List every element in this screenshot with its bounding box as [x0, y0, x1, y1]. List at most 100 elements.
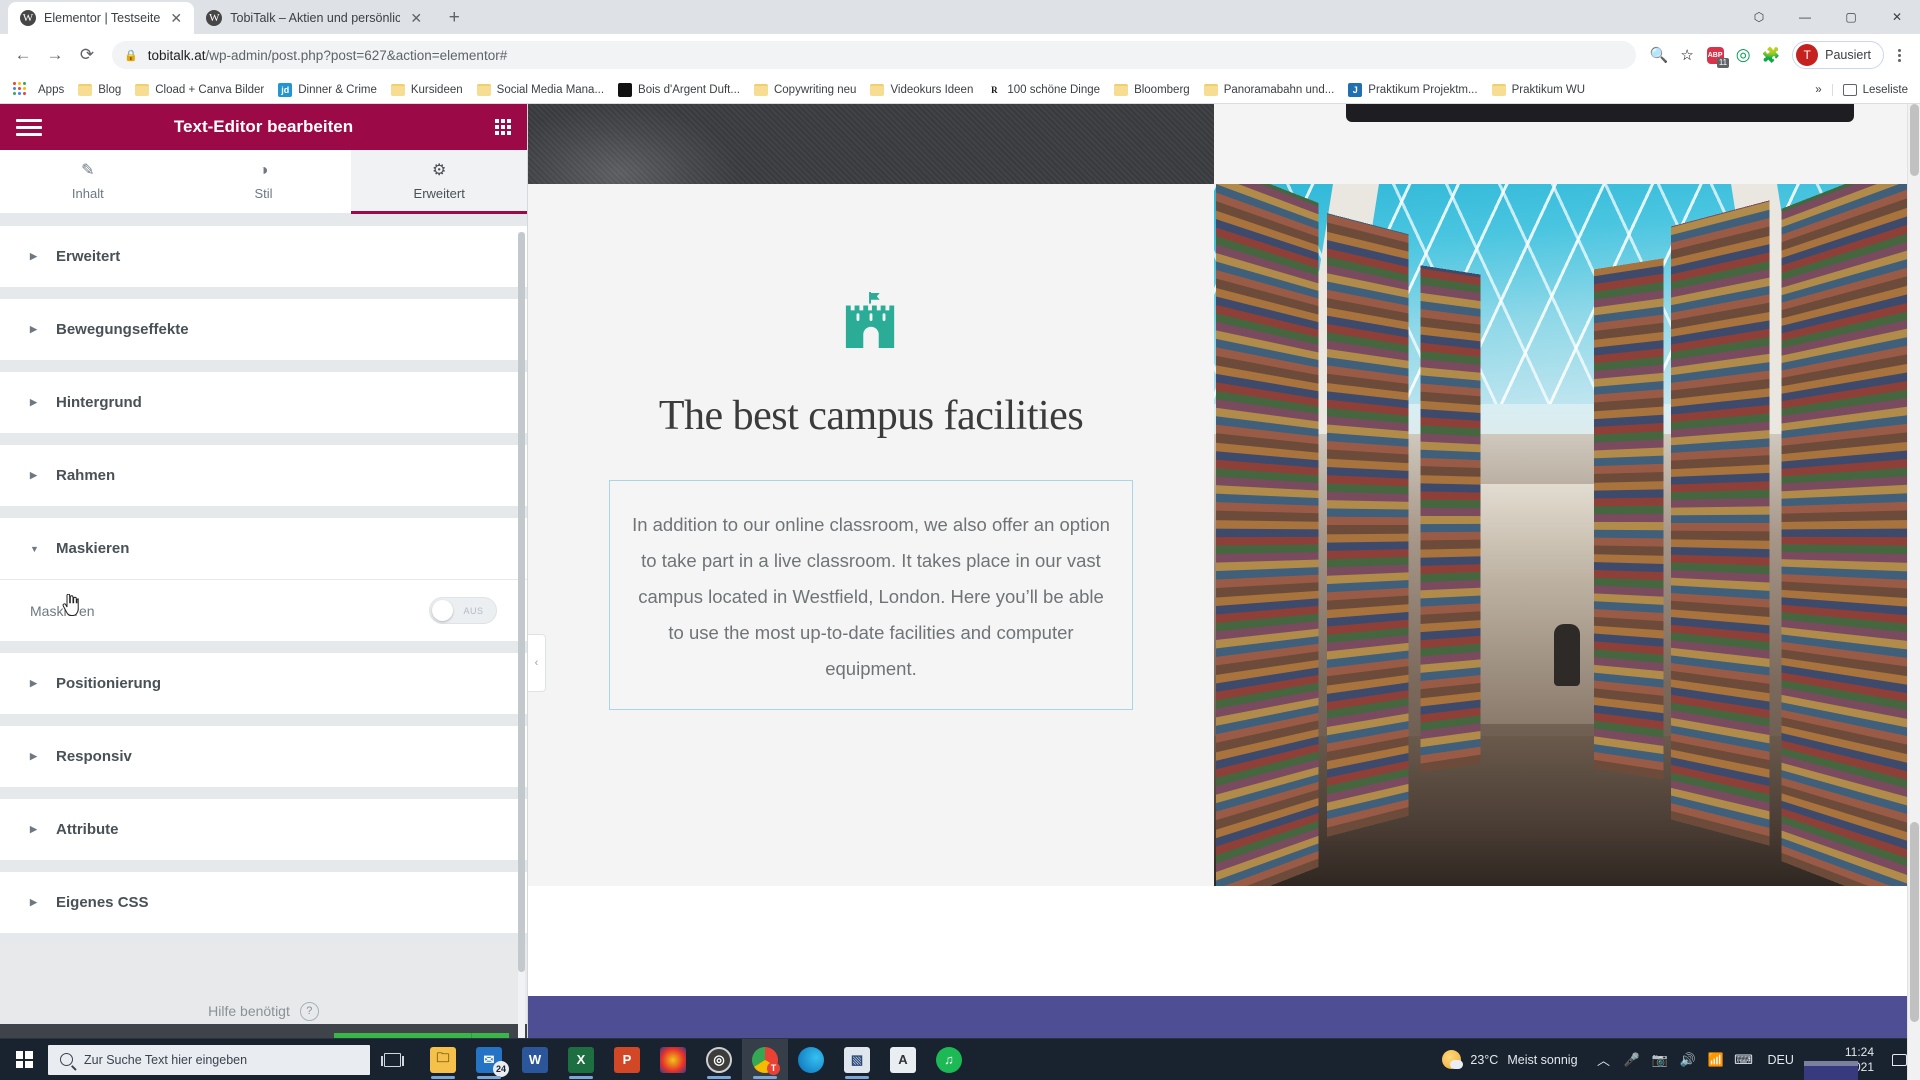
section-attribute[interactable]: ▶ Attribute: [0, 799, 527, 861]
taskbar-anydesk-icon[interactable]: [650, 1039, 696, 1080]
puzzle-icon[interactable]: 🧩: [1758, 42, 1784, 68]
panel-tabs: ✎ Inhalt ◑ Stil ⚙ Erweitert: [0, 150, 528, 214]
wordpress-icon: W: [206, 10, 223, 26]
weather-widget[interactable]: 23°C Meist sonnig: [1430, 1050, 1589, 1069]
star-icon[interactable]: ☆: [1674, 42, 1700, 68]
scroll-to-top-button[interactable]: ︿: [1804, 1061, 1858, 1080]
minimize-button[interactable]: —: [1782, 0, 1828, 34]
tab-erweitert[interactable]: ⚙ Erweitert: [351, 150, 528, 214]
taskbar-acrobat-icon[interactable]: A: [880, 1039, 926, 1080]
close-icon[interactable]: ✕: [168, 10, 184, 26]
taskbar-photo-editor-icon[interactable]: ▧: [834, 1039, 880, 1080]
zoom-in-icon[interactable]: 🔍: [1646, 42, 1672, 68]
preview-main-section: The best campus facilities In addition t…: [528, 184, 1920, 886]
bookmark-item[interactable]: Social Media Mana...: [470, 81, 611, 99]
close-button[interactable]: ✕: [1874, 0, 1920, 34]
bookmark-item[interactable]: Copywriting neu: [747, 81, 863, 99]
panel-collapse-button[interactable]: ‹: [528, 634, 546, 692]
taskbar-obs-studio-icon[interactable]: ◎: [696, 1039, 742, 1080]
panel-scrollbar-thumb[interactable]: [518, 232, 525, 972]
bookmarks-overflow-button[interactable]: »: [1815, 84, 1821, 96]
help-area[interactable]: Hilfe benötigt ?: [0, 945, 527, 1024]
kebab-menu-icon[interactable]: [1886, 41, 1912, 69]
preview-heading[interactable]: The best campus facilities: [659, 392, 1084, 440]
keyboard-icon[interactable]: ⌨: [1730, 1039, 1758, 1080]
new-tab-button[interactable]: +: [440, 4, 468, 32]
bookmark-apps[interactable]: Apps: [6, 79, 71, 101]
bookshelf: [1215, 184, 1319, 886]
preview-scrollbar-thumb-top[interactable]: [1910, 104, 1919, 176]
tab-stil[interactable]: ◑ Stil: [175, 150, 352, 213]
bookmark-item[interactable]: Bois d'Argent Duft...: [611, 80, 747, 100]
taskbar-search-input[interactable]: Zur Suche Text hier eingeben: [48, 1044, 370, 1075]
taskbar-file-explorer-icon[interactable]: 🗀: [420, 1039, 466, 1080]
volume-icon[interactable]: 🔊: [1674, 1039, 1702, 1080]
selected-text-editor-widget[interactable]: In addition to our online classroom, we …: [609, 480, 1133, 710]
widgets-grid-icon[interactable]: [495, 119, 511, 135]
panel-scrollbar[interactable]: [518, 232, 525, 1080]
preview-top-strip: [528, 104, 1920, 184]
taskbar-chrome-icon[interactable]: T: [742, 1038, 788, 1080]
reading-list-button[interactable]: Leseliste: [1831, 83, 1908, 96]
maximize-button[interactable]: ▢: [1828, 0, 1874, 34]
mask-control-row: Maskieren AUS: [0, 580, 527, 642]
reload-button[interactable]: ⟳: [72, 40, 102, 70]
bookmark-item[interactable]: Blog: [71, 81, 128, 99]
taskbar-excel-icon[interactable]: X: [558, 1039, 604, 1080]
bookmark-item[interactable]: Videokurs Ideen: [863, 81, 980, 99]
taskbar-edge-icon[interactable]: [788, 1039, 834, 1080]
search-icon: [60, 1053, 73, 1066]
bookmark-item[interactable]: J Praktikum Projektm...: [1341, 80, 1484, 100]
bookmark-item[interactable]: Panoramabahn und...: [1197, 81, 1342, 99]
section-maskieren[interactable]: ▼ Maskieren: [0, 518, 527, 580]
task-view-icon[interactable]: [370, 1039, 414, 1080]
taskbar-spotify-icon[interactable]: ♫: [926, 1039, 972, 1080]
section-hintergrund[interactable]: ▶ Hintergrund: [0, 372, 527, 434]
bookmark-item[interactable]: jd Dinner & Crime: [271, 80, 384, 100]
tab-label: Stil: [254, 185, 273, 201]
tab-inhalt[interactable]: ✎ Inhalt: [0, 150, 176, 213]
taskbar-powerpoint-icon[interactable]: P: [604, 1039, 650, 1080]
section-bewegungseffekte[interactable]: ▶ Bewegungseffekte: [0, 299, 527, 361]
taskbar-word-icon[interactable]: W: [512, 1039, 558, 1080]
language-indicator[interactable]: DEU: [1758, 1053, 1804, 1067]
bookmark-item[interactable]: R 100 schöne Dinge: [980, 80, 1107, 100]
bookmark-label: Apps: [38, 83, 65, 96]
section-responsiv[interactable]: ▶ Responsiv: [0, 726, 527, 788]
section-eigenes-css[interactable]: ▶ Eigenes CSS: [0, 872, 527, 934]
page-preview-canvas[interactable]: The best campus facilities In addition t…: [528, 104, 1920, 1080]
bookmark-item[interactable]: Kursideen: [384, 81, 470, 99]
c-circle-icon[interactable]: ◎: [1730, 42, 1756, 68]
wifi-icon[interactable]: 📶: [1702, 1039, 1730, 1080]
windows-start-icon[interactable]: [0, 1039, 48, 1080]
profile-chip[interactable]: T Pausiert: [1792, 41, 1884, 69]
divider: [0, 434, 527, 445]
adblock-plus-icon[interactable]: ABP 11: [1702, 42, 1730, 68]
section-erweitert[interactable]: ▶ Erweitert: [0, 226, 527, 288]
bookmark-item[interactable]: Cload + Canva Bilder: [128, 81, 271, 99]
window-extra-icon[interactable]: ⬡: [1736, 0, 1782, 34]
close-icon[interactable]: ✕: [408, 10, 424, 26]
camera-icon[interactable]: 📷: [1646, 1039, 1674, 1080]
microphone-icon[interactable]: 🎤: [1618, 1039, 1646, 1080]
mask-toggle-switch[interactable]: AUS: [429, 597, 497, 624]
browser-tab-1[interactable]: W Elementor | Testseite ✕: [8, 2, 195, 34]
browser-tab-2[interactable]: W TobiTalk – Aktien und persönliche ✕: [194, 2, 435, 34]
chevron-right-icon: ▶: [30, 678, 37, 688]
bookmark-item[interactable]: Praktikum WU: [1485, 81, 1592, 99]
question-circle-icon[interactable]: ?: [299, 1001, 319, 1021]
forward-button[interactable]: →: [40, 40, 70, 70]
preview-scrollbar-thumb[interactable]: [1910, 822, 1919, 1022]
section-label: Erweitert: [56, 248, 121, 265]
address-bar[interactable]: 🔒 tobitalk.at/wp-admin/post.php?post=627…: [112, 41, 1637, 69]
section-rahmen[interactable]: ▶ Rahmen: [0, 445, 527, 507]
site-icon: J: [1348, 82, 1363, 97]
taskbar-mail-icon[interactable]: ✉ 24: [466, 1039, 512, 1080]
bookmark-item[interactable]: Bloomberg: [1107, 81, 1197, 99]
hamburger-menu-icon[interactable]: [16, 118, 42, 136]
preview-scrollbar[interactable]: [1907, 104, 1920, 1080]
section-positionierung[interactable]: ▶ Positionierung: [0, 653, 527, 715]
back-button[interactable]: ←: [8, 40, 38, 70]
tray-overflow-chevron-up-icon[interactable]: ︿: [1590, 1039, 1618, 1080]
panel-sections-scroll[interactable]: ▶ Erweitert ▶ Bewegungseffekte ▶ Hinterg…: [0, 226, 527, 1024]
